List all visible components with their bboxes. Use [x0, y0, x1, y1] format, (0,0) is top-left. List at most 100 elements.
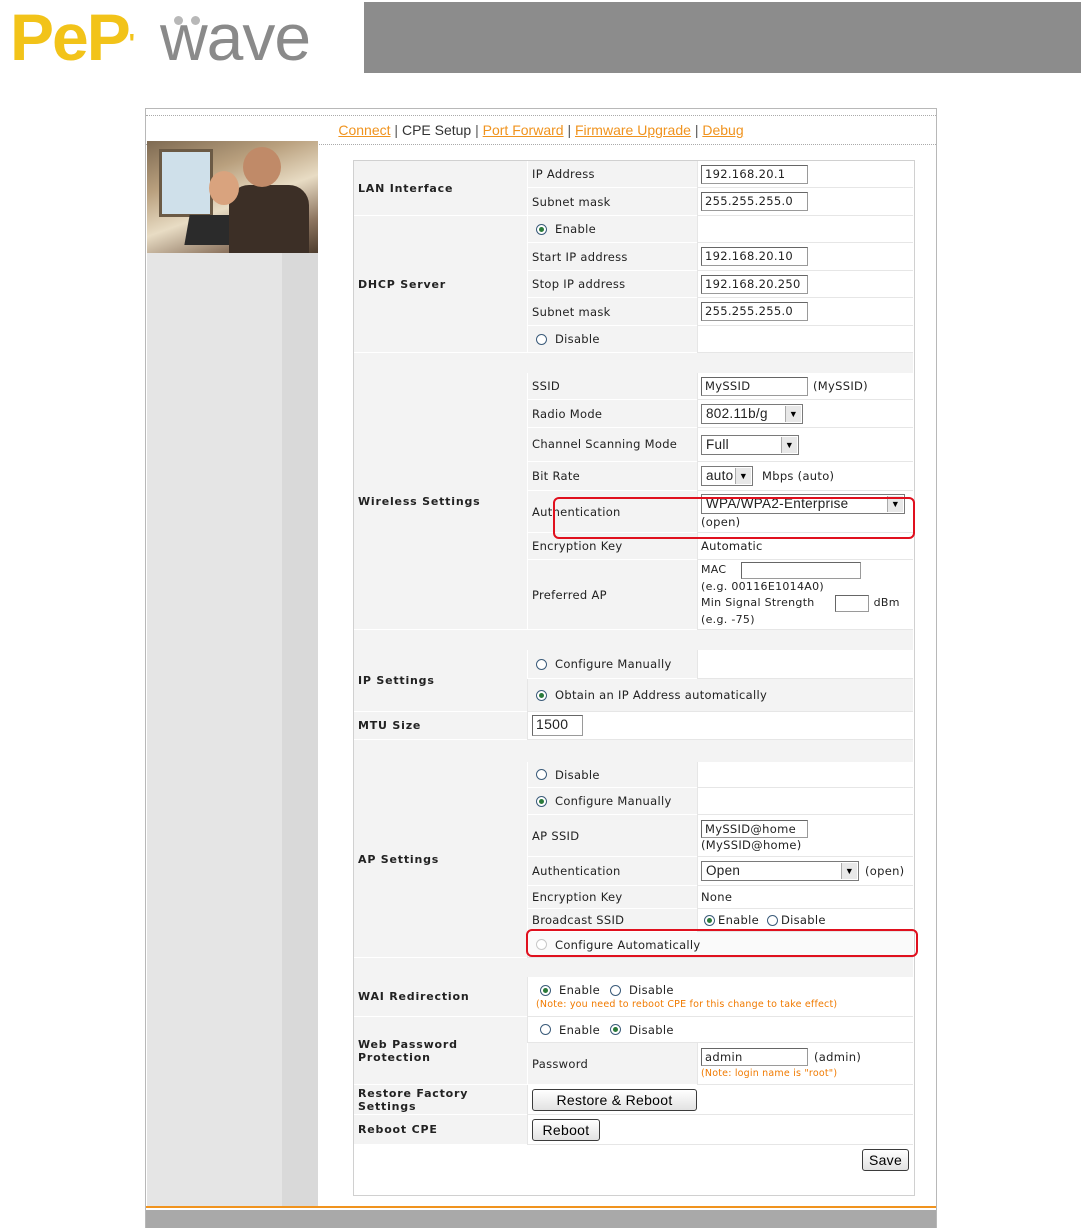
- ap-enc-value: None: [697, 886, 913, 909]
- ap-auth-label: Authentication: [527, 857, 697, 886]
- logo-wave: wave: [160, 0, 311, 74]
- lan-section-label: LAN Interface: [354, 161, 527, 216]
- nav-connect[interactable]: Connect: [338, 122, 390, 138]
- lan-ip-input[interactable]: 192.168.20.1: [701, 164, 808, 184]
- ap-disable-radio[interactable]: [536, 769, 547, 780]
- ssid-hint: (MySSID): [813, 379, 868, 393]
- nav-port-forward[interactable]: Port Forward: [483, 122, 564, 138]
- ap-auto-label: Configure Automatically: [555, 937, 701, 952]
- scan-mode-label: Channel Scanning Mode: [527, 428, 697, 462]
- signal-unit: dBm: [873, 596, 900, 609]
- mac-label: MAC: [701, 563, 727, 576]
- save-button[interactable]: Save: [862, 1149, 909, 1171]
- dhcp-disable-label: Disable: [555, 332, 600, 346]
- chevron-down-icon: ▼: [781, 436, 797, 453]
- password-label: Password: [527, 1043, 697, 1085]
- ip-auto-radio[interactable]: [536, 689, 547, 701]
- ip-manual-label: Configure Manually: [555, 657, 672, 671]
- sidebar: [147, 141, 318, 1206]
- ip-section-label: IP Settings: [354, 650, 527, 712]
- wireless-enc-label: Encryption Key: [527, 533, 697, 560]
- wai-note: (Note: you need to reboot CPE for this c…: [536, 999, 838, 1010]
- signal-label: Min Signal Strength: [701, 596, 815, 609]
- radio-mode-select[interactable]: 802.11b/g ▼: [701, 403, 803, 424]
- nav-separator: |: [567, 122, 572, 138]
- dhcp-mask-input[interactable]: 255.255.255.0: [701, 302, 808, 321]
- mac-hint: (e.g. 00116E1014A0): [701, 579, 824, 593]
- ssid-label: SSID: [527, 373, 697, 400]
- wai-enable-radio[interactable]: [540, 984, 551, 996]
- mtu-section-label: MTU Size: [354, 712, 527, 740]
- webpass-disable-label: Disable: [628, 1022, 674, 1037]
- ap-manual-label: Configure Manually: [555, 794, 672, 808]
- password-input[interactable]: admin: [701, 1048, 808, 1066]
- chevron-down-icon: ▼: [841, 863, 857, 879]
- nav-separator: |: [694, 122, 699, 138]
- dhcp-start-label: Start IP address: [527, 243, 697, 271]
- webpass-enable-radio[interactable]: [540, 1024, 551, 1035]
- lan-ip-label: IP Address: [527, 161, 697, 188]
- wai-disable-label: Disable: [628, 983, 674, 997]
- reboot-button[interactable]: Reboot: [532, 1118, 600, 1141]
- webpass-section-label: Web Password Protection: [354, 1017, 527, 1085]
- ap-manual-radio[interactable]: [536, 795, 547, 807]
- broadcast-enable-label: Enable: [718, 913, 759, 927]
- spacer-row: [354, 630, 913, 650]
- pepwave-logo: PeP' wave: [8, 2, 358, 72]
- ap-ssid-input[interactable]: MySSID@home: [701, 819, 808, 838]
- broadcast-enable-radio[interactable]: [704, 914, 715, 926]
- spacer-row: [354, 958, 913, 977]
- chevron-down-icon: ▼: [887, 496, 903, 512]
- header-bar: [364, 2, 1081, 73]
- dhcp-enable-label: Enable: [555, 222, 596, 236]
- chevron-down-icon: ▼: [785, 405, 801, 422]
- restore-reboot-button[interactable]: Restore & Reboot: [532, 1088, 697, 1111]
- wireless-auth-label: Authentication: [527, 491, 697, 533]
- lan-mask-label: Subnet mask: [527, 188, 697, 216]
- ap-auto-radio[interactable]: [536, 939, 547, 950]
- nav-cpe-setup: CPE Setup: [401, 122, 472, 138]
- wireless-enc-value: Automatic: [697, 533, 913, 560]
- dhcp-disable-radio[interactable]: [536, 333, 547, 345]
- dhcp-mask-label: Subnet mask: [527, 298, 697, 326]
- dhcp-enable-radio[interactable]: [536, 223, 547, 235]
- broadcast-ssid-label: Broadcast SSID: [527, 909, 697, 932]
- ap-ssid-hint: (MySSID@home): [701, 837, 802, 852]
- dhcp-section-label: DHCP Server: [354, 216, 527, 353]
- nav-firmware-upgrade[interactable]: Firmware Upgrade: [575, 122, 691, 138]
- bitrate-select[interactable]: auto ▼: [701, 466, 753, 486]
- footer-line: [146, 1206, 936, 1208]
- wireless-auth-select[interactable]: WPA/WPA2-Enterprise ▼: [701, 494, 905, 514]
- mtu-input[interactable]: 1500: [532, 715, 583, 736]
- main-frame: Connect | CPE Setup | Port Forward | Fir…: [145, 108, 937, 1228]
- wai-disable-radio[interactable]: [609, 984, 621, 996]
- webpass-enable-label: Enable: [559, 1022, 600, 1037]
- dhcp-stop-input[interactable]: 192.168.20.250: [701, 274, 808, 294]
- ap-auth-select[interactable]: Open ▼: [701, 861, 859, 881]
- lan-mask-input[interactable]: 255.255.255.0: [701, 192, 808, 211]
- bitrate-label: Bit Rate: [527, 462, 697, 491]
- radio-mode-label: Radio Mode: [527, 400, 697, 428]
- ssid-input[interactable]: MySSID: [701, 376, 808, 396]
- signal-input[interactable]: [834, 594, 869, 612]
- chevron-down-icon: ▼: [735, 468, 751, 484]
- footer-bar: [146, 1210, 936, 1228]
- broadcast-disable-label: Disable: [780, 913, 826, 927]
- preferred-ap-label: Preferred AP: [527, 560, 697, 630]
- scan-mode-select[interactable]: Full ▼: [701, 434, 799, 455]
- reboot-section-label: Reboot CPE: [354, 1115, 527, 1145]
- logo-pep: PeP': [10, 0, 135, 74]
- webpass-disable-radio[interactable]: [609, 1024, 621, 1035]
- wai-section-label: WAI Redirection: [354, 977, 527, 1017]
- spacer-row: [354, 740, 913, 762]
- restore-section-label: Restore Factory Settings: [354, 1085, 527, 1115]
- mac-input[interactable]: [741, 561, 862, 579]
- broadcast-disable-radio[interactable]: [766, 914, 778, 926]
- ap-disable-label: Disable: [555, 767, 600, 782]
- ip-manual-radio[interactable]: [536, 658, 547, 670]
- dhcp-start-input[interactable]: 192.168.20.10: [701, 247, 808, 266]
- nav-debug[interactable]: Debug: [702, 122, 743, 138]
- nav-separator: |: [394, 122, 399, 138]
- password-hint: (admin): [814, 1050, 862, 1064]
- dhcp-stop-label: Stop IP address: [527, 271, 697, 298]
